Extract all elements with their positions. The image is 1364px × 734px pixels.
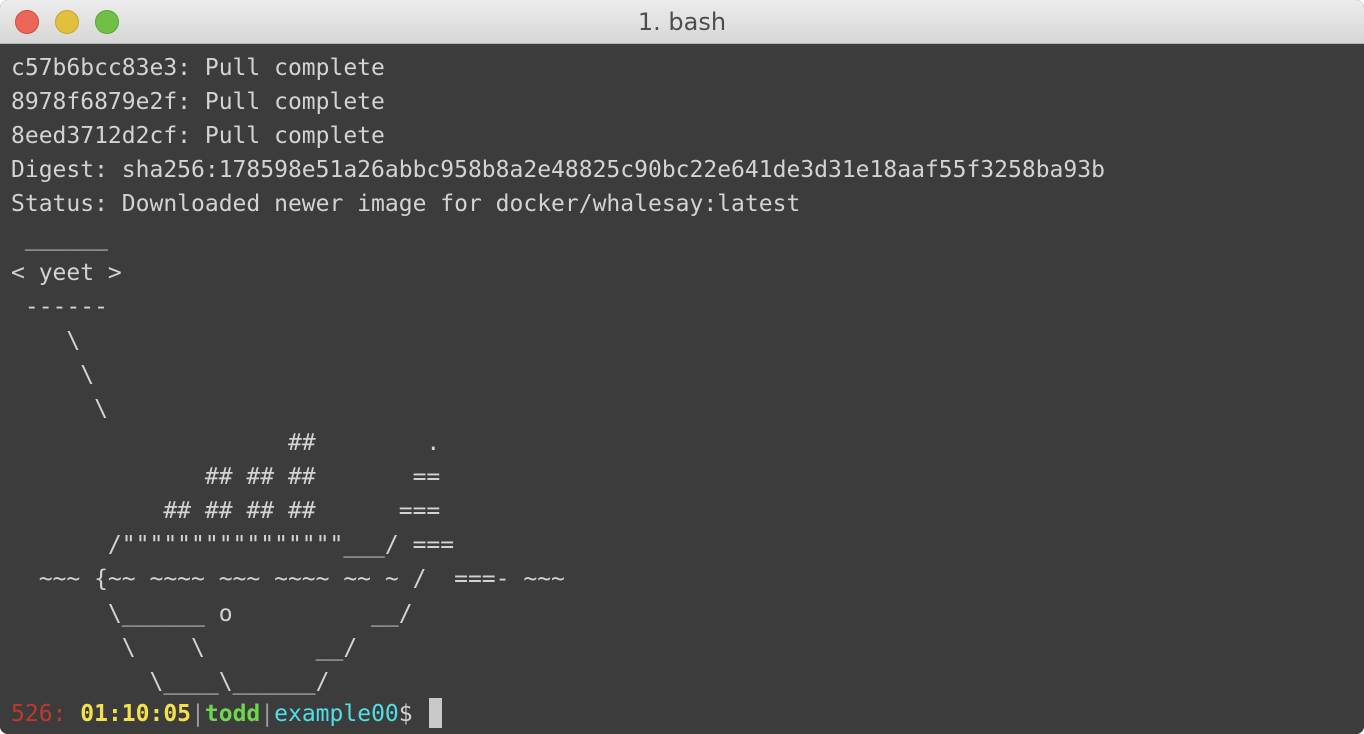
output-line: \____\______/: [11, 668, 330, 695]
prompt-dollar: $: [398, 701, 413, 727]
output-line: Status: Downloaded newer image for docke…: [11, 191, 801, 218]
output-line: 8eed3712d2cf: Pull complete: [11, 123, 385, 150]
output-line: \: [11, 395, 108, 422]
shell-prompt[interactable]: 526: 01:10:05|todd|example00$: [11, 697, 442, 731]
output-line: \ \ __/: [11, 634, 358, 661]
prompt-separator: |: [260, 701, 275, 727]
prompt-time: 01:10:05: [80, 701, 192, 727]
text-cursor: [428, 698, 442, 728]
prompt-user: todd: [204, 701, 261, 727]
output-line: c57b6bcc83e3: Pull complete: [11, 55, 385, 81]
output-line: 8978f6879e2f: Pull complete: [11, 89, 385, 116]
output-line: ~~~ {~~ ~~~~ ~~~ ~~~~ ~~ ~ / ===- ~~~: [11, 566, 565, 593]
output-line: \______ o __/: [11, 600, 413, 627]
output-line: ------: [11, 293, 108, 320]
output-line: ## ## ## ## ===: [11, 498, 441, 525]
output-line: \: [11, 361, 95, 388]
title-bar[interactable]: 1. bash: [0, 0, 1364, 44]
output-line: Digest: sha256:178598e51a26abbc958b8a2e4…: [11, 157, 1105, 184]
output-line: \: [11, 327, 81, 354]
output-line: /""""""""""""""""___/ ===: [11, 532, 455, 559]
terminal-window: 1. bash c57b6bcc83e3: Pull complete 8978…: [0, 0, 1364, 734]
history-number: 526:: [11, 701, 67, 727]
terminal-output: c57b6bcc83e3: Pull complete 8978f6879e2f…: [11, 51, 1105, 699]
output-line: < yeet >: [11, 259, 122, 286]
terminal-pane[interactable]: c57b6bcc83e3: Pull complete 8978f6879e2f…: [0, 44, 1364, 734]
window-title: 1. bash: [637, 8, 727, 36]
prompt-separator: |: [191, 701, 205, 727]
output-line: ______: [11, 225, 108, 252]
output-line: ## ## ## ==: [11, 464, 441, 491]
prompt-host: example00: [274, 701, 399, 727]
output-line: ## .: [11, 430, 441, 457]
